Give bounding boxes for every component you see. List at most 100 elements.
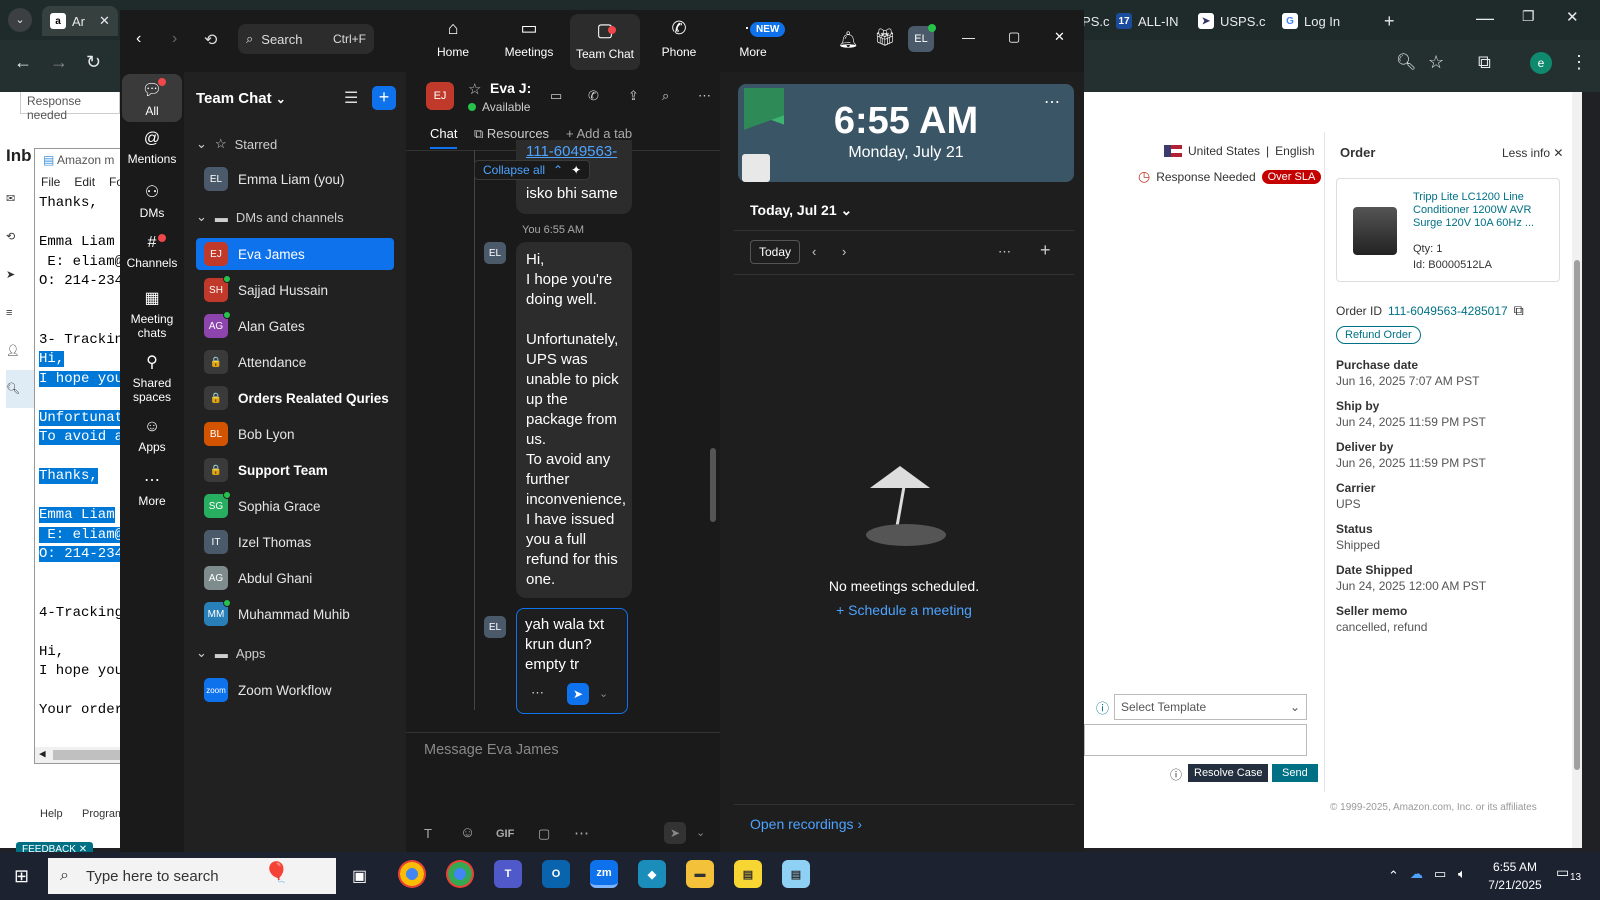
gift-icon[interactable]: 🎁︎ xyxy=(874,28,896,48)
menu-file[interactable]: File xyxy=(41,175,60,193)
taskbar-date[interactable]: 7/21/2025 xyxy=(1486,878,1544,892)
edit-message-input[interactable]: yah wala txt krun dun? empty tr xyxy=(525,615,619,675)
history-icon[interactable]: ⟲ xyxy=(204,30,217,50)
contact-name[interactable]: Eva J: xyxy=(490,80,531,96)
product-card[interactable]: Tripp Lite LC1200 Line Conditioner 1200W… xyxy=(1336,178,1560,282)
network-icon[interactable]: ▭ xyxy=(1434,866,1446,882)
add-meeting-icon[interactable]: + xyxy=(1040,240,1051,261)
outlook-icon[interactable]: O xyxy=(542,860,570,888)
starred-header[interactable]: ⌄ ☆ Starred xyxy=(196,136,277,152)
minimize-icon[interactable]: — xyxy=(1476,8,1494,29)
add-tab[interactable]: + Add a tab xyxy=(566,126,632,141)
edit-more-icon[interactable]: ⋯ xyxy=(531,685,544,701)
onedrive-icon[interactable]: ☁ xyxy=(1410,866,1423,882)
start-button[interactable]: ⊞ xyxy=(14,866,29,887)
menu-edit[interactable]: Edit xyxy=(74,175,95,193)
tab-list-dropdown[interactable]: ⌄ xyxy=(8,8,32,32)
share-screen-icon[interactable]: ⇪ xyxy=(628,88,639,104)
reload-icon[interactable]: ↻ xyxy=(86,52,101,73)
notepad-icon[interactable]: ▤ xyxy=(782,860,810,888)
restore-icon[interactable]: ❐ xyxy=(1522,8,1535,25)
region-selector[interactable]: United States | English xyxy=(1164,144,1315,158)
product-name[interactable]: Tripp Lite LC1200 Line Conditioner 1200W… xyxy=(1413,191,1553,230)
list-item[interactable]: SH Sajjad Hussain xyxy=(196,274,394,306)
apps-header[interactable]: ⌄ ▬ Apps xyxy=(196,645,266,661)
emoji-icon[interactable]: ☺ xyxy=(460,824,475,841)
browser-tab-allin[interactable]: 17 ALL-IN xyxy=(1116,6,1178,36)
extensions-icon[interactable]: ⧉ xyxy=(1478,52,1491,73)
order-link[interactable]: 111-6049563- xyxy=(526,142,622,162)
message-bubble[interactable]: Hi, I hope you're doing well. Unfortunat… xyxy=(516,242,632,598)
footer-help-link[interactable]: Help xyxy=(40,808,63,820)
list-item[interactable]: BL Bob Lyon xyxy=(196,418,394,450)
teams-icon[interactable]: T xyxy=(494,860,522,888)
minimize-icon[interactable]: — xyxy=(962,30,975,45)
taskbar-time[interactable]: 6:55 AM xyxy=(1490,860,1540,874)
rail-item-channels[interactable]: # Channels xyxy=(122,234,182,270)
rail-item-meeting-chats[interactable]: ▦ Meeting chats xyxy=(122,288,182,340)
edit-message-box[interactable]: yah wala txt krun dun? empty tr ⋯ ➤ ⌄ xyxy=(516,608,628,714)
resolve-case-button[interactable]: Resolve Case xyxy=(1188,764,1269,782)
rail-item-all[interactable]: 💬︎ All xyxy=(122,80,182,118)
list-item[interactable]: IT Izel Thomas xyxy=(196,526,394,558)
app-icon[interactable]: ◆ xyxy=(638,860,666,888)
maximize-icon[interactable]: ▢ xyxy=(1008,29,1020,45)
order-id-link[interactable]: 111-6049563-4285017 xyxy=(1388,304,1508,318)
dms-header[interactable]: ⌄ ▬ DMs and channels xyxy=(196,209,344,225)
list-item[interactable]: zoom Zoom Workflow xyxy=(196,674,394,706)
video-call-icon[interactable]: ▭ xyxy=(550,88,562,104)
file-icon[interactable]: ▢ xyxy=(538,826,550,842)
back-arrow-icon[interactable]: ← xyxy=(14,52,32,73)
select-template-dropdown[interactable]: Select Template ⌄ xyxy=(1114,694,1307,720)
less-info-link[interactable]: Less info ✕ xyxy=(1502,146,1563,160)
list-item[interactable]: SG Sophia Grace xyxy=(196,490,394,522)
nav-home[interactable]: ⌂ Home xyxy=(418,18,488,59)
today-header[interactable]: Today, Jul 21 ⌄ xyxy=(750,202,852,219)
forward-icon[interactable]: › xyxy=(172,30,177,48)
chrome-profile-icon[interactable] xyxy=(446,860,474,888)
browser-tab-amazon[interactable]: a Ar ✕ xyxy=(42,6,118,36)
prev-day-icon[interactable]: ‹ xyxy=(812,244,816,259)
list-item[interactable]: MM Muhammad Muhib xyxy=(196,598,394,630)
send-button[interactable]: ➤ xyxy=(664,822,686,844)
zoom-icon[interactable]: 🔍︎ xyxy=(1396,52,1416,72)
taskbar-search[interactable]: ⌕ Type here to search xyxy=(48,858,336,894)
search-icon[interactable]: ⌕ xyxy=(662,88,669,104)
chevron-down-icon[interactable]: ⌄ xyxy=(599,687,608,700)
clock-more-icon[interactable]: ⋯ xyxy=(1044,92,1060,112)
notification-center[interactable]: ▭ 13 xyxy=(1556,864,1581,883)
star-icon[interactable]: ☆ xyxy=(468,80,481,98)
today-button[interactable]: Today xyxy=(750,240,801,264)
scroll-left-icon[interactable]: ◀ xyxy=(39,747,46,761)
bell-icon[interactable]: 🔔︎ xyxy=(838,30,858,50)
page-scrollbar-thumb[interactable] xyxy=(1574,260,1580,770)
scroll-thumb[interactable] xyxy=(53,750,129,760)
team-chat-title[interactable]: Team Chat ⌄ xyxy=(196,90,286,107)
gif-icon[interactable]: GIF xyxy=(496,828,514,840)
back-icon[interactable]: ‹ xyxy=(136,30,141,48)
rail-item-more[interactable]: ⋯ More xyxy=(122,470,182,508)
tab-chat[interactable]: Chat xyxy=(430,126,458,149)
list-item[interactable]: 🔒 Attendance xyxy=(196,346,394,378)
list-item[interactable]: 🔒 Support Team xyxy=(196,454,394,486)
filter-icon[interactable]: ☰ xyxy=(344,88,358,108)
notepad-hscrollbar[interactable]: ◀ xyxy=(35,747,129,763)
contact-avatar[interactable]: EJ xyxy=(426,82,454,110)
footer-program-link[interactable]: Program xyxy=(82,808,120,820)
next-day-icon[interactable]: › xyxy=(842,244,846,259)
close-icon[interactable]: ✕ xyxy=(1553,146,1563,160)
browser-tab-usps-2[interactable]: ➤ USPS.c xyxy=(1198,6,1266,36)
new-tab-button[interactable]: + xyxy=(1384,6,1395,36)
list-item[interactable]: EJ Eva James xyxy=(196,238,394,270)
composer-more-icon[interactable]: ⋯ xyxy=(574,824,589,842)
close-icon[interactable]: ✕ xyxy=(99,13,110,29)
chevron-down-icon[interactable]: ⌄ xyxy=(696,826,705,839)
nav-team-chat[interactable]: ▢ Team Chat xyxy=(570,14,640,70)
rail-item-dms[interactable]: ⚇ DMs xyxy=(122,182,182,220)
chrome-icon[interactable] xyxy=(398,860,426,888)
zoom-search-box[interactable]: ⌕ Search Ctrl+F xyxy=(238,24,374,54)
volume-icon[interactable]: 🔈︎ xyxy=(1458,866,1466,882)
close-icon[interactable]: ✕ xyxy=(1054,29,1065,45)
list-item[interactable]: EL Emma Liam (you) xyxy=(196,163,394,195)
list-item[interactable]: AG Alan Gates xyxy=(196,310,394,342)
